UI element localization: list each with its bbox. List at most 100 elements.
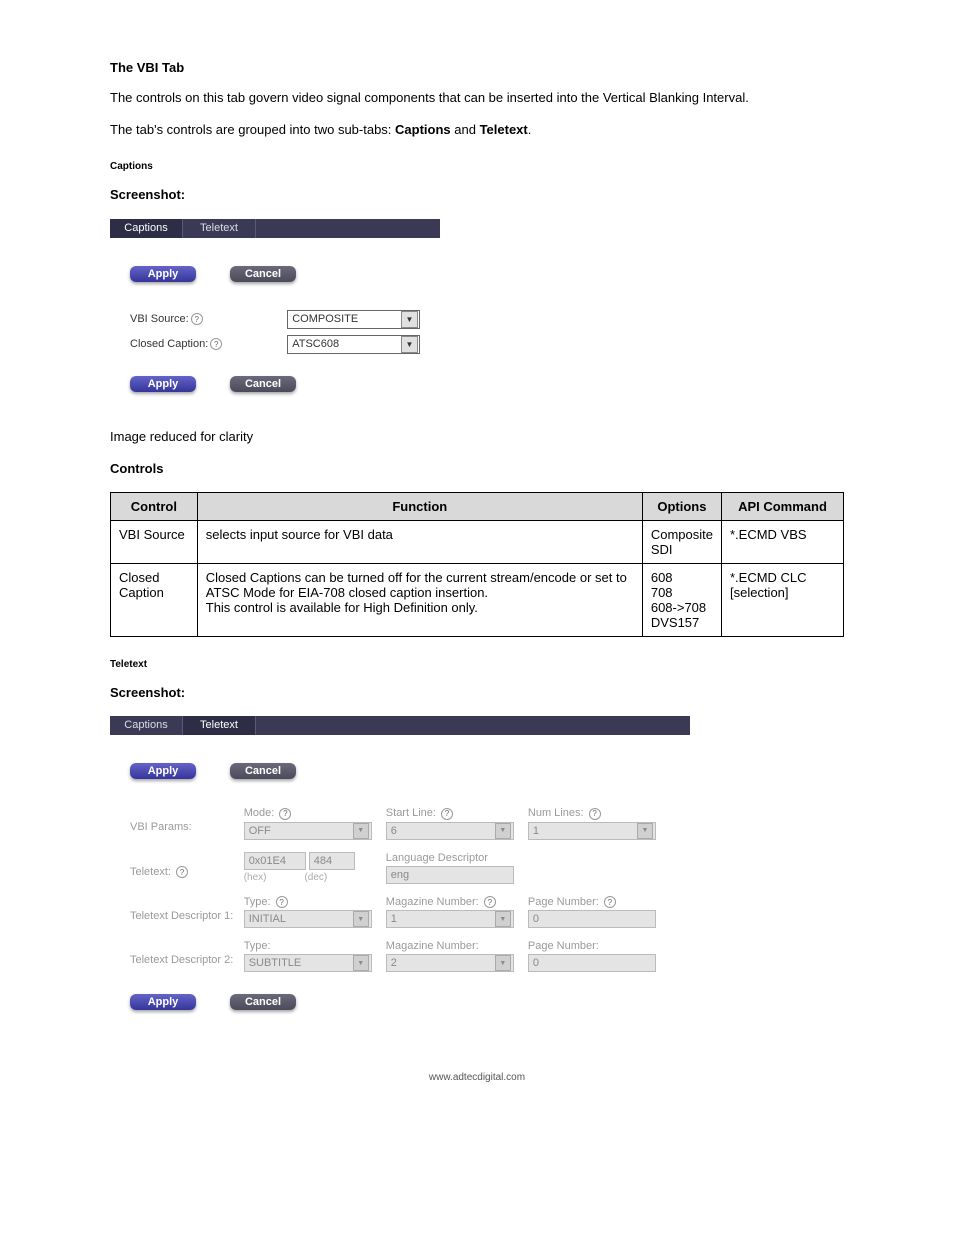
th-api: API Command [721,492,843,520]
chevron-down-icon: ▼ [353,955,369,971]
cell-api: *.ECMD CLC [selection] [721,563,843,636]
intro2-teletext: Teletext [480,122,528,137]
start-line-select[interactable]: 6▼ [386,822,514,840]
apply-button[interactable]: Apply [130,376,196,392]
apply-button[interactable]: Apply [130,266,196,282]
teletext-desc2-label: Teletext Descriptor 2: [130,940,244,972]
teletext-hex-input[interactable]: 0x01E4 [244,852,306,870]
teletext-subtitle: Teletext [110,659,844,670]
chevron-down-icon: ▼ [495,911,511,927]
dec-caption: (dec) [304,872,327,883]
type1-value: INITIAL [249,913,286,925]
help-icon[interactable]: ? [604,896,616,908]
intro-paragraph-2: The tab's controls are grouped into two … [110,121,844,139]
intro2-text-e: . [528,122,532,137]
help-icon[interactable]: ? [176,866,188,878]
cell-api: *.ECMD VBS [721,520,843,563]
intro-paragraph-1: The controls on this tab govern video si… [110,89,844,107]
tab-teletext[interactable]: Teletext [183,716,256,735]
cell-function: Closed Captions can be turned off for th… [197,563,642,636]
teletext-dec-input[interactable]: 484 [309,852,355,870]
tab-captions[interactable]: Captions [110,219,183,238]
screenshot-label-2: Screenshot: [110,684,844,702]
cell-function: selects input source for VBI data [197,520,642,563]
lang-desc-input[interactable]: eng [386,866,514,884]
num-lines-label: Num Lines: [528,807,584,819]
closed-caption-label-text: Closed Caption: [130,338,208,350]
mode-select[interactable]: OFF ▼ [244,822,372,840]
num-lines-value: 1 [533,825,539,837]
footer-url: www.adtecdigital.com [110,1072,844,1083]
cell-options: 608 708 608->708 DVS157 [642,563,721,636]
help-icon[interactable]: ? [210,338,222,350]
tab-captions[interactable]: Captions [110,716,183,735]
mag2-select[interactable]: 2▼ [386,954,514,972]
type2-select[interactable]: SUBTITLE ▼ [244,954,372,972]
help-icon[interactable]: ? [589,808,601,820]
type-label: Type: [244,896,271,908]
help-icon[interactable]: ? [279,808,291,820]
chevron-down-icon: ▼ [353,823,369,839]
controls-table: Control Function Options API Command VBI… [110,492,844,637]
cancel-button[interactable]: Cancel [230,376,296,392]
tab-teletext[interactable]: Teletext [183,219,256,238]
closed-caption-label: Closed Caption:? [130,338,287,351]
teletext-label: Teletext: [130,866,171,878]
chevron-down-icon: ▼ [495,955,511,971]
closed-caption-select[interactable]: ATSC608 ▼ [287,335,420,354]
hex-caption: (hex) [244,872,302,883]
mag1-value: 1 [391,913,397,925]
num-lines-select[interactable]: 1▼ [528,822,656,840]
chevron-down-icon: ▼ [637,823,653,839]
help-icon[interactable]: ? [276,896,288,908]
vbi-source-select[interactable]: COMPOSITE ▼ [287,310,420,329]
magazine-label: Magazine Number: [386,896,479,908]
help-icon[interactable]: ? [484,896,496,908]
vbi-source-value: COMPOSITE [292,313,358,325]
cancel-button[interactable]: Cancel [230,763,296,779]
chevron-down-icon: ▼ [495,823,511,839]
heading-vbi-tab: The VBI Tab [110,60,844,75]
closed-caption-value: ATSC608 [292,338,339,350]
table-row: VBI Source selects input source for VBI … [111,520,844,563]
chevron-down-icon: ▼ [353,911,369,927]
screenshot-label-1: Screenshot: [110,186,844,204]
intro2-captions: Captions [395,122,451,137]
controls-label: Controls [110,460,844,478]
captions-subtitle: Captions [110,161,844,172]
page1-input[interactable]: 0 [528,910,656,928]
table-header-row: Control Function Options API Command [111,492,844,520]
mode-label: Mode: [244,807,275,819]
cancel-button[interactable]: Cancel [230,266,296,282]
chevron-down-icon: ▼ [401,311,418,328]
start-line-label: Start Line: [386,807,436,819]
apply-button[interactable]: Apply [130,763,196,779]
page-label: Page Number: [528,896,599,908]
type1-select[interactable]: INITIAL ▼ [244,910,372,928]
image-reduced-note: Image reduced for clarity [110,428,844,446]
help-icon[interactable]: ? [441,808,453,820]
vbi-source-label: VBI Source:? [130,313,287,326]
cancel-button[interactable]: Cancel [230,994,296,1010]
cell-options: Composite SDI [642,520,721,563]
magazine2-label: Magazine Number: [386,940,528,952]
cell-control: Closed Caption [111,563,198,636]
page2-input[interactable]: 0 [528,954,656,972]
mag1-select[interactable]: 1▼ [386,910,514,928]
screenshot-teletext: Captions Teletext Apply Cancel VBI Param… [110,716,690,1032]
table-row: Closed Caption Closed Captions can be tu… [111,563,844,636]
apply-button[interactable]: Apply [130,994,196,1010]
mag2-value: 2 [391,957,397,969]
type2-value: SUBTITLE [249,957,302,969]
mode-value: OFF [249,825,271,837]
intro2-text-c: and [451,122,480,137]
lang-desc-label: Language Descriptor [386,852,528,864]
page2-label: Page Number: [528,940,670,952]
intro2-text-a: The tab's controls are grouped into two … [110,122,395,137]
th-control: Control [111,492,198,520]
help-icon[interactable]: ? [191,313,203,325]
th-function: Function [197,492,642,520]
screenshot-captions: Captions Teletext Apply Cancel VBI Sourc… [110,219,440,414]
th-options: Options [642,492,721,520]
tabbar: Captions Teletext [110,716,690,735]
